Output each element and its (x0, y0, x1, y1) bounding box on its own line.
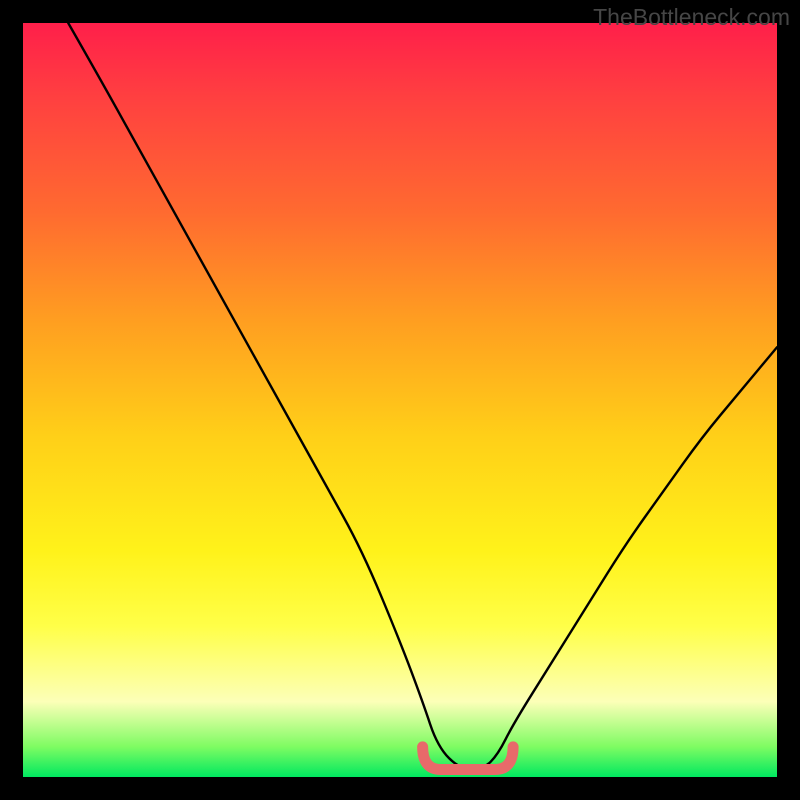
chart-plot-area (23, 23, 777, 777)
bottleneck-curve (68, 23, 777, 769)
curve-path (68, 23, 777, 769)
watermark-label: TheBottleneck.com (593, 4, 790, 31)
chart-overlay (23, 23, 777, 777)
